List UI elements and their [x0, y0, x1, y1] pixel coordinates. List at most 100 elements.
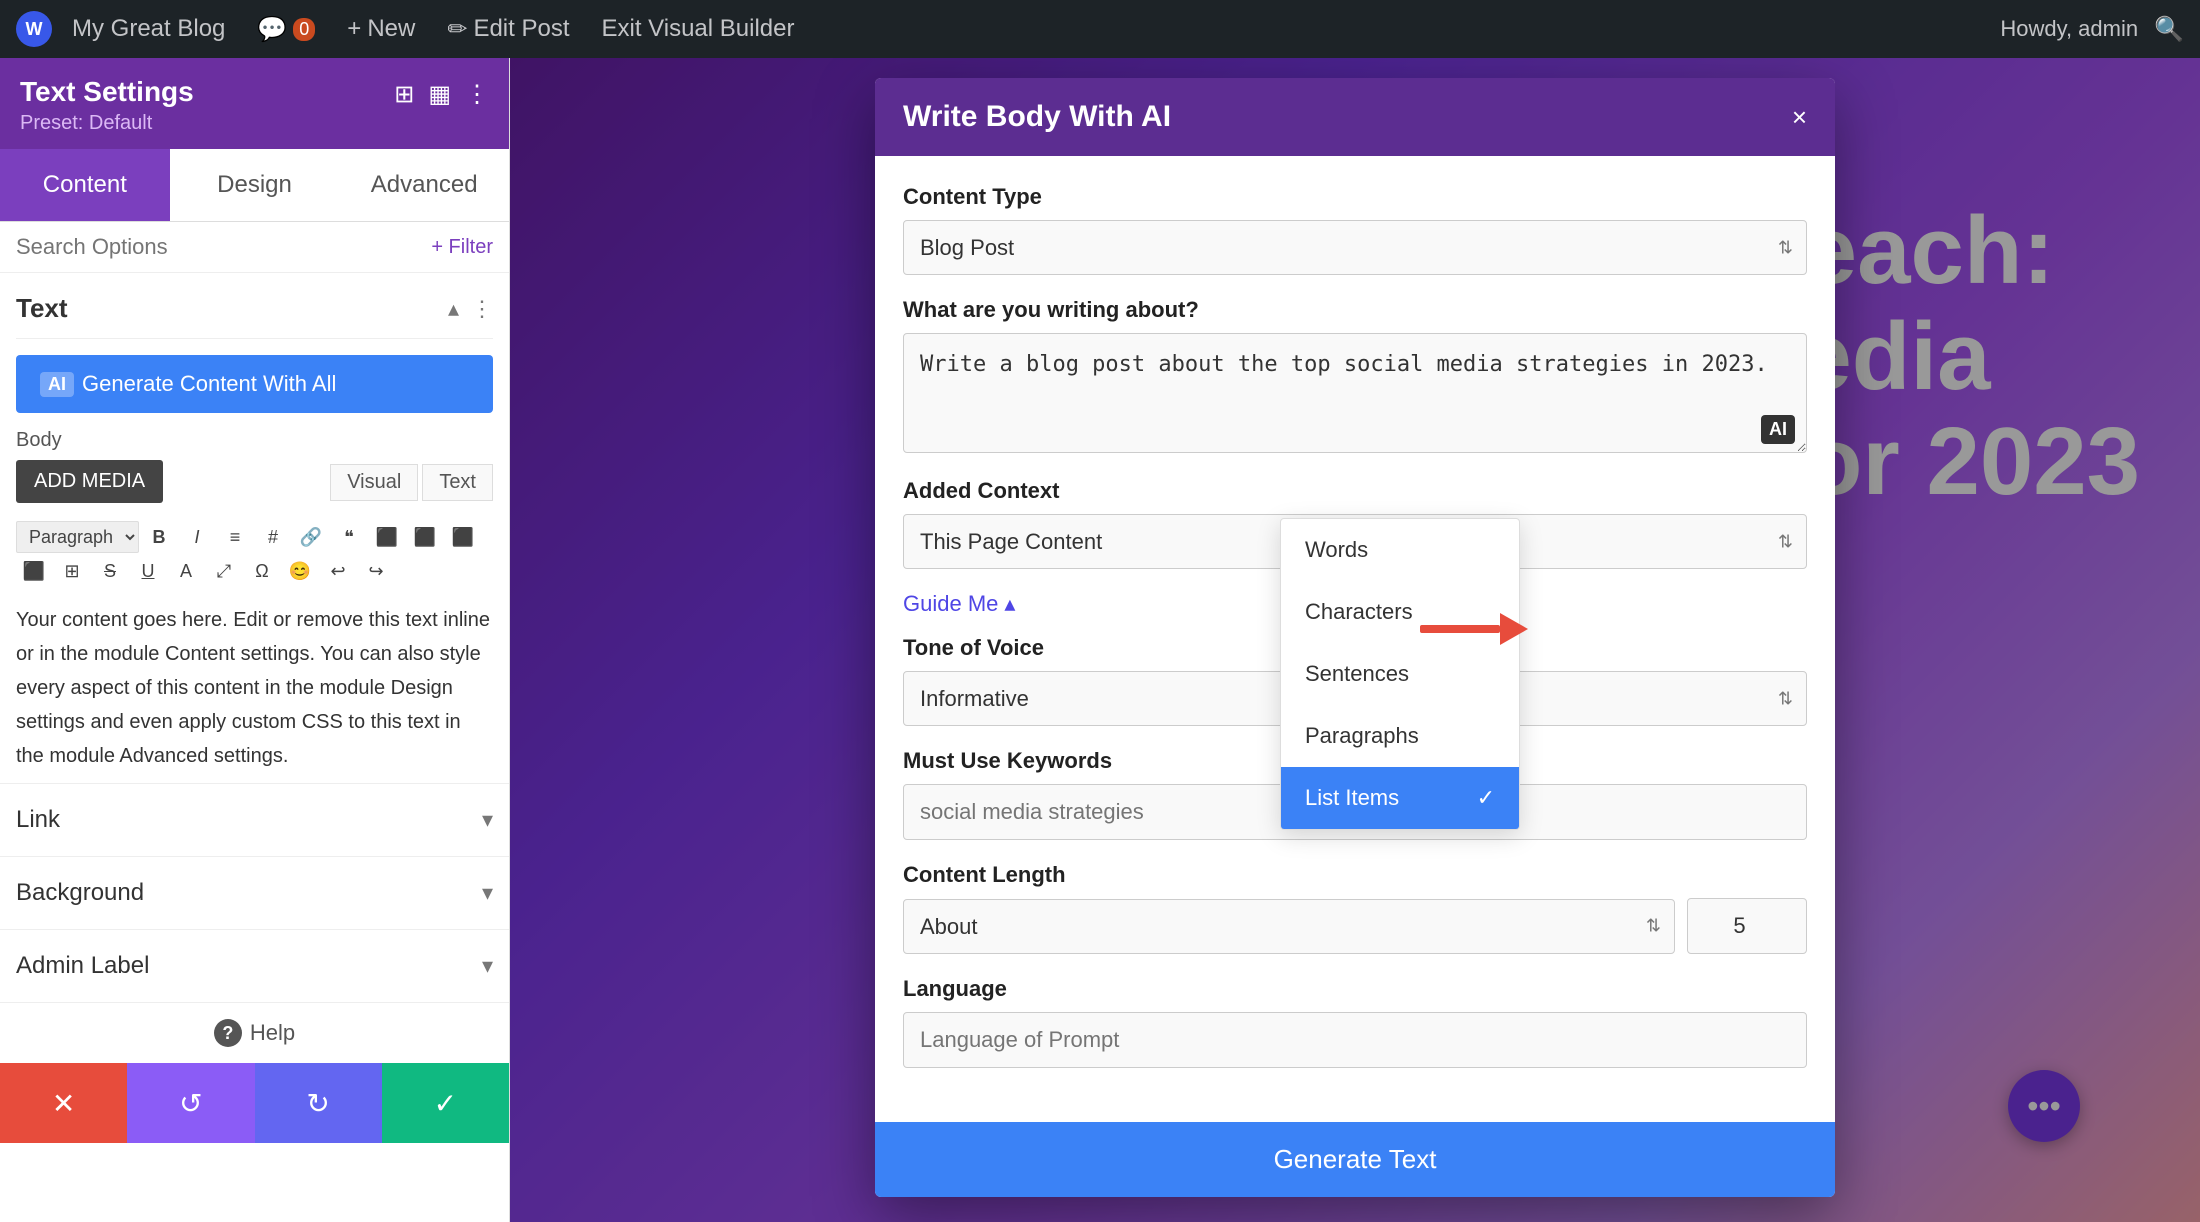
tab-content[interactable]: Content — [0, 149, 170, 221]
text-section: Text ▴ ⋮ AI Generate Content With All Bo… — [0, 273, 509, 783]
section-chevron-up-icon[interactable]: ▴ — [448, 296, 459, 322]
help-label: Help — [250, 1020, 295, 1046]
content-type-group: Content Type Blog Post Article Social Me… — [903, 184, 1807, 275]
edit-post-link[interactable]: ✏ Edit Post — [435, 9, 581, 50]
search-input[interactable] — [16, 234, 423, 260]
sidebar-action-bar: ✕ ↺ ↻ ✓ — [0, 1063, 509, 1143]
sidebar-header: Text Settings Preset: Default ⊞ ▦ ⋮ — [0, 58, 509, 149]
undo-changes-button[interactable]: ↺ — [127, 1063, 254, 1143]
content-type-select[interactable]: Blog Post Article Social Media Post Prod… — [903, 220, 1807, 275]
undo-button[interactable]: ↩ — [320, 555, 356, 587]
wp-logo-icon[interactable]: W — [16, 11, 52, 47]
content-length-group: Content Length About Exactly — [903, 862, 1807, 954]
admin-label-chevron-icon: ▾ — [482, 953, 493, 979]
format-select[interactable]: Paragraph — [16, 521, 139, 553]
quote-button[interactable]: ❝ — [331, 521, 367, 553]
editor-content[interactable]: Your content goes here. Edit or remove t… — [16, 593, 493, 783]
content-length-number-input[interactable] — [1687, 898, 1807, 954]
generate-content-ai-button[interactable]: AI Generate Content With All — [16, 355, 493, 413]
dropdown-item-paragraphs[interactable]: Paragraphs — [1281, 705, 1519, 767]
underline-button[interactable]: U — [130, 555, 166, 587]
ai-button-label: Generate Content With All — [82, 371, 336, 397]
link-section-header[interactable]: Link ▾ — [16, 784, 493, 856]
editor-tab-visual[interactable]: Visual — [330, 464, 418, 501]
italic-button[interactable]: I — [179, 521, 215, 553]
admin-label-label: Admin Label — [16, 952, 149, 980]
sidebar-icon-columns[interactable]: ▦ — [428, 80, 451, 109]
site-name-link[interactable]: My Great Blog — [60, 9, 237, 49]
ul-button[interactable]: ≡ — [217, 521, 253, 553]
dropdown-item-words[interactable]: Words — [1281, 519, 1519, 581]
color-button[interactable]: A — [168, 555, 204, 587]
redo-button[interactable]: ↪ — [358, 555, 394, 587]
content-length-label: Content Length — [903, 862, 1807, 888]
red-arrow-indicator — [1420, 613, 1528, 645]
admin-label-section-header[interactable]: Admin Label ▾ — [16, 930, 493, 1002]
sidebar-icon-more[interactable]: ⋮ — [465, 80, 489, 109]
tab-design[interactable]: Design — [170, 149, 340, 221]
dropdown-item-sentences[interactable]: Sentences — [1281, 643, 1519, 705]
add-media-button[interactable]: ADD MEDIA — [16, 460, 163, 503]
modal-overlay: Write Body With AI × Content Type Blog P… — [510, 58, 2200, 1222]
strikethrough-button[interactable]: S — [92, 555, 128, 587]
what-writing-textarea-wrapper: Write a blog post about the top social m… — [903, 333, 1807, 456]
discard-button[interactable]: ✕ — [0, 1063, 127, 1143]
comments-link[interactable]: 💬 0 — [245, 9, 327, 50]
section-menu-icon[interactable]: ⋮ — [471, 296, 493, 322]
content-length-select-wrapper: About Exactly — [903, 899, 1675, 954]
generate-text-button[interactable]: Generate Text — [875, 1122, 1835, 1197]
red-arrow-head — [1500, 613, 1528, 645]
added-context-label: Added Context — [903, 478, 1807, 504]
modal-close-button[interactable]: × — [1792, 102, 1807, 133]
table-button[interactable]: ⊞ — [54, 555, 90, 587]
redo-changes-button[interactable]: ↻ — [255, 1063, 382, 1143]
dropdown-item-list-items[interactable]: List Items ✓ — [1281, 767, 1519, 829]
red-arrow-shaft — [1420, 625, 1500, 633]
guide-me-arrow-icon: ▴ — [1004, 591, 1015, 617]
editor-tab-text[interactable]: Text — [422, 464, 493, 501]
sidebar-preset[interactable]: Preset: Default — [20, 112, 194, 135]
content-type-select-wrapper: Blog Post Article Social Media Post Prod… — [903, 220, 1807, 275]
admin-user-text: Howdy, admin — [2000, 16, 2138, 42]
link-button[interactable]: 🔗 — [293, 521, 329, 553]
ol-button[interactable]: # — [255, 521, 291, 553]
bold-button[interactable]: B — [141, 521, 177, 553]
filter-button[interactable]: + Filter — [431, 236, 493, 259]
expand-button[interactable]: ⤢ — [206, 555, 242, 587]
save-button[interactable]: ✓ — [382, 1063, 509, 1143]
help-section: ? Help — [0, 1002, 509, 1063]
ai-badge: AI — [40, 372, 74, 397]
admin-bar: W My Great Blog 💬 0 + New ✏ Edit Post Ex… — [0, 0, 2200, 58]
page-canvas: ur Reach: al Media ies for 2023 ••• Writ… — [510, 58, 2200, 1222]
align-right-button[interactable]: ⬛ — [445, 521, 481, 553]
align-justify-button[interactable]: ⬛ — [16, 555, 52, 587]
language-group: Language — [903, 976, 1807, 1068]
emoji-button[interactable]: 😊 — [282, 555, 318, 587]
editor-toolbar: Paragraph B I ≡ # 🔗 ❝ ⬛ ⬛ ⬛ ⬛ ⊞ S U A ⤢ … — [16, 521, 493, 587]
sidebar-icon-viewport[interactable]: ⊞ — [394, 80, 414, 109]
dropdown-item-list-items-label: List Items — [1305, 785, 1399, 811]
body-label: Body — [16, 429, 493, 452]
background-section-header[interactable]: Background ▾ — [16, 857, 493, 929]
align-left-button[interactable]: ⬛ — [369, 521, 405, 553]
new-post-link[interactable]: + New — [335, 9, 427, 49]
what-writing-textarea[interactable]: Write a blog post about the top social m… — [903, 333, 1807, 453]
align-center-button[interactable]: ⬛ — [407, 521, 443, 553]
textarea-ai-icon: AI — [1761, 415, 1795, 444]
content-length-select[interactable]: About Exactly — [903, 899, 1675, 954]
dropdown-check-icon: ✓ — [1477, 785, 1495, 811]
background-section: Background ▾ — [0, 856, 509, 929]
language-input[interactable] — [903, 1012, 1807, 1068]
background-label: Background — [16, 879, 144, 907]
help-button[interactable]: ? Help — [16, 1019, 493, 1047]
modal-title: Write Body With AI — [903, 100, 1171, 134]
modal-header: Write Body With AI × — [875, 78, 1835, 156]
link-section: Link ▾ — [0, 783, 509, 856]
special-char-button[interactable]: Ω — [244, 555, 280, 587]
exit-builder-link[interactable]: Exit Visual Builder — [589, 9, 806, 49]
tab-advanced[interactable]: Advanced — [339, 149, 509, 221]
admin-search-icon[interactable]: 🔍 — [2154, 15, 2184, 44]
content-type-label: Content Type — [903, 184, 1807, 210]
guide-me-label: Guide Me — [903, 591, 998, 617]
language-label: Language — [903, 976, 1807, 1002]
